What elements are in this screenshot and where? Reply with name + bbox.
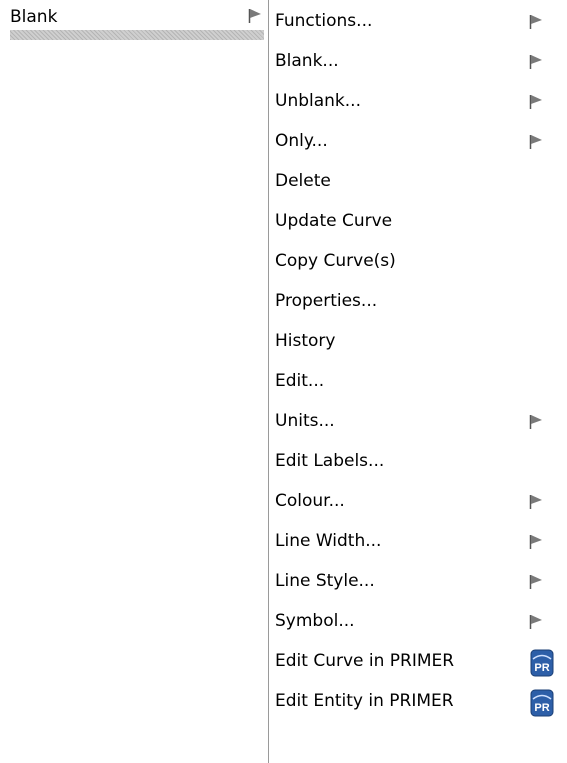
- menu-item-symbol[interactable]: Symbol...: [269, 600, 567, 640]
- menu-item-hover-hatch: [10, 30, 264, 40]
- menu-item-label: Symbol...: [275, 611, 355, 631]
- menu-item-delete[interactable]: Delete: [269, 160, 567, 200]
- menu-item-label: Edit Entity in PRIMER: [275, 691, 454, 711]
- submenu-arrow-icon: [529, 414, 543, 430]
- menu-item-blank[interactable]: Blank: [0, 0, 268, 40]
- primer-icon: PR: [530, 649, 554, 677]
- menu-item-edit-labels[interactable]: Edit Labels...: [269, 440, 567, 480]
- menu-item-edit-entity-in-primer[interactable]: Edit Entity in PRIMER PR: [269, 680, 567, 720]
- primer-icon: PR: [530, 689, 554, 717]
- submenu-arrow-icon: [529, 534, 543, 550]
- menu-item-label: Line Style...: [275, 571, 375, 591]
- submenu-arrow-icon: [248, 8, 262, 24]
- menu-item-label: History: [275, 331, 336, 351]
- menu-item-update-curve[interactable]: Update Curve: [269, 200, 567, 240]
- menu-item-properties[interactable]: Properties...: [269, 280, 567, 320]
- menu-item-label: Update Curve: [275, 211, 393, 231]
- menu-item-functions[interactable]: Functions...: [269, 0, 567, 40]
- menu-item-label: Edit...: [275, 371, 325, 391]
- svg-text:PR: PR: [534, 662, 549, 674]
- menu-item-label: Line Width...: [275, 531, 382, 551]
- menu-item-label: Colour...: [275, 491, 345, 511]
- submenu-arrow-icon: [529, 14, 543, 30]
- menu-item-label: Edit Curve in PRIMER: [275, 651, 455, 671]
- menu-item-edit-curve-in-primer[interactable]: Edit Curve in PRIMER PR: [269, 640, 567, 680]
- submenu-arrow-icon: [529, 614, 543, 630]
- submenu-arrow-icon: [529, 494, 543, 510]
- menu-item-blank-label: Blank: [10, 7, 58, 27]
- submenu-arrow-icon: [529, 574, 543, 590]
- menu-item-history[interactable]: History: [269, 320, 567, 360]
- menu-item-only[interactable]: Only...: [269, 120, 567, 160]
- menu-item-line-width[interactable]: Line Width...: [269, 520, 567, 560]
- svg-text:PR: PR: [534, 702, 549, 714]
- menu-item-label: Functions...: [275, 11, 373, 31]
- submenu-arrow-icon: [529, 54, 543, 70]
- menu-item-label: Properties...: [275, 291, 378, 311]
- menu-item-label: Edit Labels...: [275, 451, 385, 471]
- menu-item-label: Copy Curve(s): [275, 251, 396, 271]
- submenu-arrow-icon: [529, 94, 543, 110]
- submenu-arrow-icon: [529, 134, 543, 150]
- menu-item-label: Units...: [275, 411, 335, 431]
- menu-item-unblank[interactable]: Unblank...: [269, 80, 567, 120]
- menu-item-label: Only...: [275, 131, 328, 151]
- menu-item-label: Blank...: [275, 51, 339, 71]
- menu-item-copy-curves[interactable]: Copy Curve(s): [269, 240, 567, 280]
- menu-item-edit[interactable]: Edit...: [269, 360, 567, 400]
- context-submenu: Functions... Blank... Unblank... Only... Del…: [268, 0, 567, 763]
- menu-item-blank[interactable]: Blank...: [269, 40, 567, 80]
- menu-item-units[interactable]: Units...: [269, 400, 567, 440]
- menu-item-line-style[interactable]: Line Style...: [269, 560, 567, 600]
- menu-item-colour[interactable]: Colour...: [269, 480, 567, 520]
- menu-item-label: Delete: [275, 171, 331, 191]
- menu-item-label: Unblank...: [275, 91, 361, 111]
